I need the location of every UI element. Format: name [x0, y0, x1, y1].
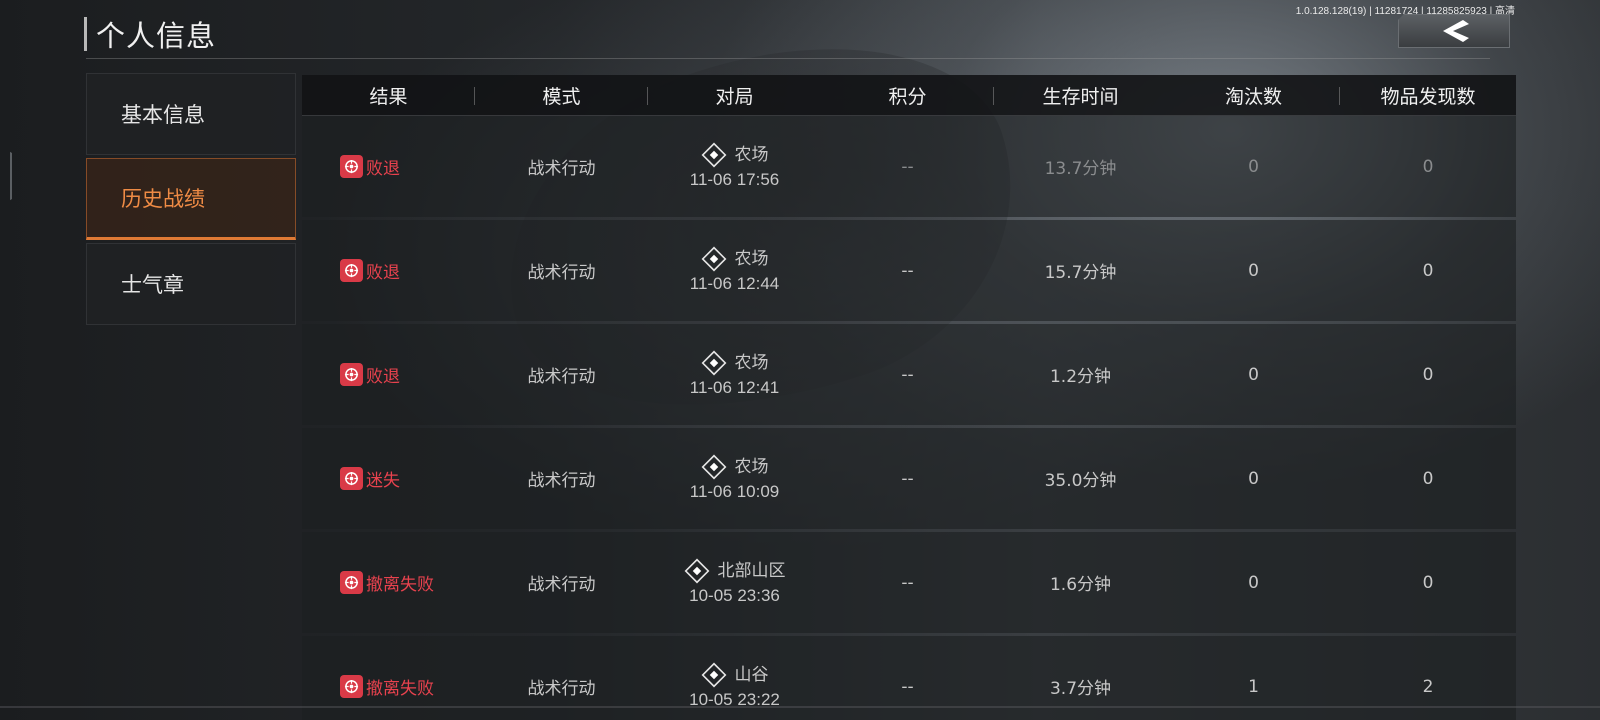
mode-cell: 战术行动 [527, 471, 596, 491]
sidebar-item-label: 基本信息 [121, 103, 205, 127]
eliminations-cell: 0 [1248, 364, 1259, 385]
map-name: 北部山区 [717, 560, 786, 581]
survival-time-cell: 1.2分钟 [1049, 367, 1112, 387]
sidebar-item-label: 士气章 [121, 273, 184, 297]
map-diamond-icon [701, 662, 726, 687]
survival-time-cell: 15.7分钟 [1044, 263, 1117, 283]
match-time: 11-06 12:44 [689, 273, 780, 293]
map-diamond-icon [701, 142, 726, 167]
eliminations-cell: 0 [1248, 468, 1259, 489]
fail-icon [340, 467, 363, 490]
score-cell: -- [901, 364, 914, 385]
column-header-items-found: 物品发现数 [1380, 85, 1476, 108]
result-cell: 败退 [302, 220, 475, 321]
map-name: 农场 [734, 352, 769, 373]
table-row[interactable]: 迷失 战术行动 农场 11-06 10:09 -- 35.0分钟 0 0 [302, 428, 1516, 529]
fail-icon [340, 259, 363, 282]
mode-cell: 战术行动 [527, 575, 596, 595]
match-history-table: 结果 模式 对局 积分 生存时间 淘汰数 物品发现数 败退 战术行动 农场 11… [302, 75, 1516, 720]
title-marker [84, 17, 87, 51]
match-cell: 北部山区 10-05 23:36 [648, 532, 821, 633]
map-name: 山谷 [734, 664, 769, 685]
fail-icon [340, 571, 363, 594]
result-label: 败退 [366, 263, 400, 283]
result-cell: 败退 [302, 324, 475, 425]
fail-icon [340, 675, 363, 698]
mode-cell: 战术行动 [527, 159, 596, 179]
map-diamond-icon [701, 350, 726, 375]
sidebar-item-label: 历史战绩 [121, 187, 205, 211]
eliminations-cell: 0 [1248, 156, 1259, 177]
column-header-eliminations: 淘汰数 [1167, 75, 1340, 115]
eliminations-cell: 0 [1248, 572, 1259, 593]
score-cell: -- [901, 156, 914, 177]
bottom-divider [0, 706, 1600, 708]
sidebar-item-basic-info[interactable]: 基本信息 [86, 73, 296, 155]
match-cell: 农场 11-06 17:56 [648, 116, 821, 217]
result-label: 撤离失败 [366, 679, 434, 699]
table-header: 结果 模式 对局 积分 生存时间 淘汰数 物品发现数 [302, 75, 1516, 116]
table-row[interactable]: 败退 战术行动 农场 11-06 12:44 -- 15.7分钟 0 0 [302, 220, 1516, 321]
eliminations-cell: 0 [1248, 260, 1259, 281]
match-time: 11-06 10:09 [689, 481, 780, 501]
title-bar: 个人信息 [84, 16, 217, 53]
score-cell: -- [901, 572, 914, 593]
sidebar: 基本信息 历史战绩 士气章 [86, 73, 296, 328]
items-found-cell: 0 [1422, 260, 1434, 281]
title-divider [86, 58, 1490, 59]
match-time: 11-06 12:41 [689, 377, 780, 397]
result-label: 迷失 [366, 471, 400, 491]
back-button[interactable] [1398, 14, 1510, 48]
chevron-left-icon [1443, 20, 1469, 42]
items-found-cell: 0 [1422, 468, 1434, 489]
column-header-mode: 模式 [475, 75, 648, 115]
result-cell: 撤离失败 [302, 532, 475, 633]
items-found-cell: 0 [1422, 156, 1434, 177]
map-diamond-icon [684, 558, 709, 583]
map-name: 农场 [734, 248, 769, 269]
table-row[interactable]: 败退 战术行动 农场 11-06 12:41 -- 1.2分钟 0 0 [302, 324, 1516, 425]
survival-time-cell: 35.0分钟 [1044, 471, 1117, 491]
fail-icon [340, 155, 363, 178]
table-row[interactable]: 撤离失败 战术行动 北部山区 10-05 23:36 -- 1.6分钟 0 0 [302, 532, 1516, 633]
survival-time-cell: 13.7分钟 [1044, 159, 1117, 179]
fail-icon [340, 363, 363, 386]
match-cell: 农场 11-06 12:41 [648, 324, 821, 425]
match-time: 11-06 17:56 [689, 169, 780, 189]
mode-cell: 战术行动 [527, 367, 596, 387]
result-cell: 败退 [302, 116, 475, 217]
match-time: 10-05 23:36 [689, 585, 780, 605]
match-cell: 农场 11-06 12:44 [648, 220, 821, 321]
result-cell: 迷失 [302, 428, 475, 529]
sidebar-item-morale-badge[interactable]: 士气章 [86, 243, 296, 325]
result-label: 败退 [366, 367, 400, 387]
sidebar-item-match-history[interactable]: 历史战绩 [86, 158, 296, 240]
map-diamond-icon [701, 454, 726, 479]
column-header-survival-time: 生存时间 [1042, 85, 1119, 108]
mode-cell: 战术行动 [527, 263, 596, 283]
map-name: 农场 [734, 144, 769, 165]
score-cell: -- [901, 468, 914, 489]
column-header-score: 积分 [821, 75, 994, 115]
table-row[interactable]: 败退 战术行动 农场 11-06 17:56 -- 13.7分钟 0 0 [302, 116, 1516, 217]
survival-time-cell: 1.6分钟 [1049, 575, 1112, 595]
column-header-result: 结果 [302, 75, 475, 115]
page-title: 个人信息 [96, 19, 217, 53]
map-diamond-icon [701, 246, 726, 271]
items-found-cell: 0 [1422, 572, 1434, 593]
column-header-match: 对局 [715, 85, 754, 108]
result-label: 败退 [366, 159, 400, 179]
table-body: 败退 战术行动 农场 11-06 17:56 -- 13.7分钟 0 0 败退 [302, 116, 1516, 720]
match-cell: 农场 11-06 10:09 [648, 428, 821, 529]
score-cell: -- [901, 260, 914, 281]
map-name: 农场 [734, 456, 769, 477]
items-found-cell: 0 [1422, 364, 1434, 385]
result-label: 撤离失败 [366, 575, 434, 595]
